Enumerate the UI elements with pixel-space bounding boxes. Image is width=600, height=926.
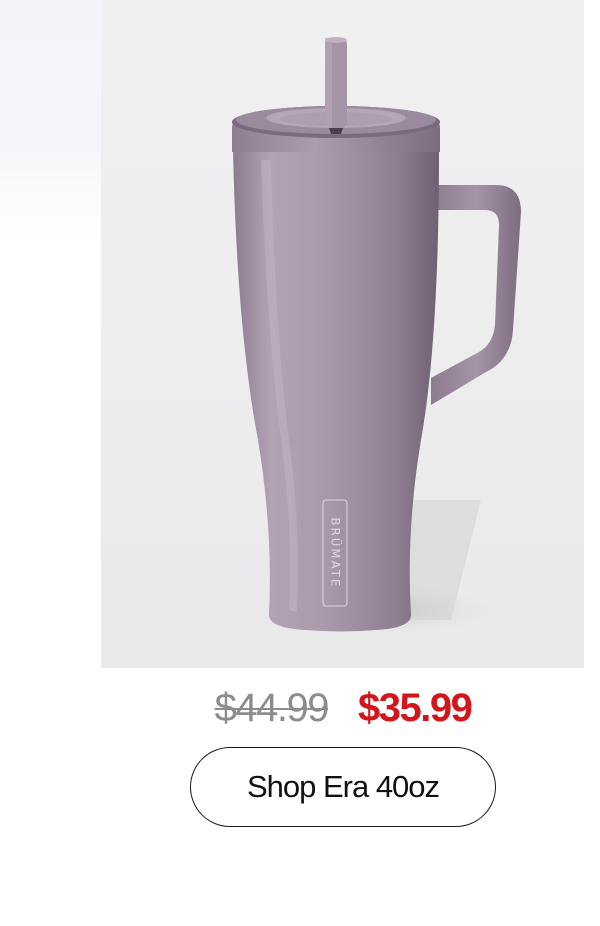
original-price: $44.99 [214, 685, 330, 730]
brand-mark: BRÜMATE [329, 518, 345, 589]
product-card: BRÜMATE $44.99 $35.99 Shop Era 40oz [0, 0, 600, 926]
tumbler-illustration: BRÜMATE [232, 37, 521, 636]
shop-era-40oz-button[interactable]: Shop Era 40oz [190, 747, 496, 827]
price-row: $44.99 $35.99 [190, 682, 496, 734]
shop-button-label: Shop Era 40oz [246, 769, 440, 804]
product-image[interactable]: BRÜMATE [101, 0, 584, 668]
adjacent-image-edge [0, 0, 101, 240]
sale-price: $35.99 [358, 685, 473, 730]
